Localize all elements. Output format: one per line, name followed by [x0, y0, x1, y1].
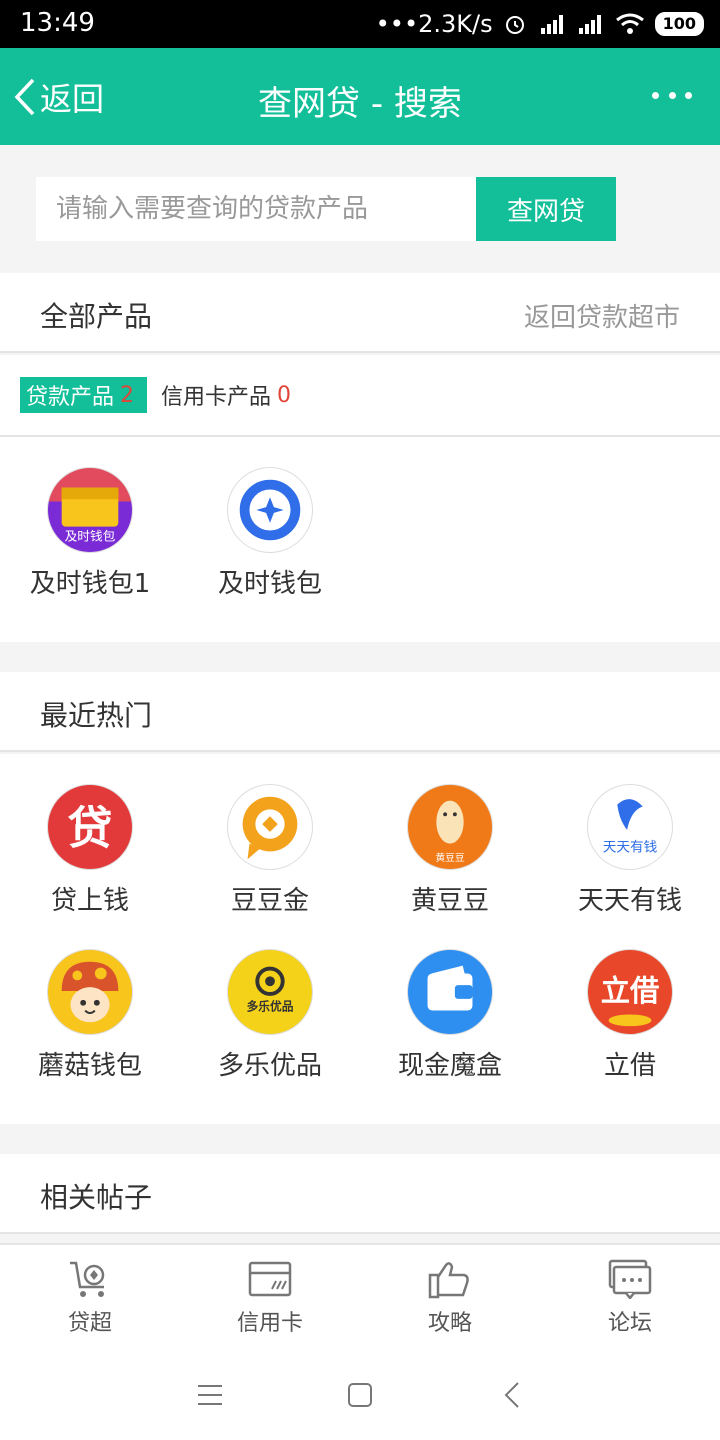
menu-button[interactable]	[190, 1375, 230, 1415]
hd-signal-icon	[537, 12, 567, 36]
section-title: 相关帖子	[40, 1181, 153, 1214]
search-input[interactable]	[36, 177, 476, 241]
nav-item-guide[interactable]: 攻略	[360, 1245, 540, 1345]
product-name: 及时钱包1	[29, 569, 151, 599]
cart-icon	[70, 1261, 105, 1297]
lijie-icon: 立借	[587, 949, 673, 1035]
icon-text: 立借	[601, 974, 660, 1008]
hot-item[interactable]: 蘑菇钱包	[0, 949, 180, 1081]
nav-label: 信用卡	[236, 1311, 303, 1336]
product-tabs: 贷款产品 2 信用卡产品 0	[0, 355, 720, 437]
alarm-icon	[503, 12, 527, 36]
hot-item[interactable]: 豆豆金	[180, 784, 360, 916]
back-button[interactable]: 返回	[14, 74, 104, 120]
hot-item[interactable]: 贷 贷上钱	[0, 784, 180, 916]
posts-header: 相关帖子	[0, 1154, 720, 1234]
tab-count: 0	[277, 382, 292, 408]
home-square-icon	[348, 1383, 372, 1407]
hot-item-name: 立借	[603, 1051, 656, 1081]
hot-header: 最近热门	[0, 672, 720, 752]
back-label: 返回	[40, 80, 105, 118]
wallet-box-icon	[407, 949, 493, 1035]
all-products-header: 全部产品 返回贷款超市	[0, 273, 720, 353]
hot-item-name: 蘑菇钱包	[37, 1051, 142, 1081]
hot-item-name: 黄豆豆	[410, 886, 489, 916]
mushroom-icon	[47, 949, 133, 1035]
icon-text: 贷	[68, 802, 113, 855]
blue-star-icon	[227, 467, 313, 553]
hot-item[interactable]: 黄豆豆 黄豆豆	[360, 784, 540, 916]
section-title: 全部产品	[40, 300, 153, 333]
search-results: 及时钱包 及时钱包1 及时钱包	[0, 437, 720, 642]
tab-count: 2	[120, 382, 135, 408]
product-item[interactable]: 及时钱包	[180, 467, 360, 599]
nav-label: 论坛	[607, 1311, 652, 1336]
battery-icon: 100	[654, 12, 704, 36]
nav-item-credit-card[interactable]: 信用卡	[180, 1245, 360, 1345]
hot-products-grid: 贷 贷上钱 豆豆金 黄豆豆 黄豆豆 天天有钱 天天有钱 蘑菇钱包 多乐优品 多乐…	[0, 754, 720, 1124]
more-button[interactable]	[652, 82, 692, 108]
system-back-button[interactable]	[492, 1375, 532, 1415]
signal-icon	[577, 12, 605, 36]
thumbs-up-icon	[428, 1262, 469, 1299]
chat-icon	[608, 1259, 652, 1299]
home-button[interactable]	[340, 1375, 380, 1415]
hot-item-name: 豆豆金	[230, 886, 309, 916]
chevron-left-icon	[504, 1382, 519, 1408]
huangdoudou-icon: 黄豆豆	[407, 784, 493, 870]
hot-item-name: 天天有钱	[577, 886, 682, 916]
search-button[interactable]: 查网贷	[476, 177, 616, 241]
hot-item[interactable]: 现金魔盒	[360, 949, 540, 1081]
tab-credit-card-products[interactable]: 信用卡产品 0	[161, 377, 291, 413]
duole-icon: 多乐优品	[227, 949, 313, 1035]
doudoujin-icon	[227, 784, 313, 870]
nav-item-forum[interactable]: 论坛	[540, 1245, 720, 1345]
icon-text: 多乐优品	[247, 1000, 294, 1014]
system-nav-bar	[0, 1345, 720, 1440]
nav-label: 攻略	[427, 1311, 472, 1336]
status-time: 13:49	[20, 8, 95, 38]
card-icon	[248, 1261, 292, 1297]
network-speed: •••2.3K/s	[375, 10, 493, 38]
dai-icon: 贷	[47, 784, 133, 870]
tab-label: 贷款产品	[26, 385, 115, 410]
icon-text: 天天有钱	[603, 839, 658, 855]
product-item[interactable]: 及时钱包 及时钱包1	[0, 467, 180, 599]
wifi-icon	[615, 12, 645, 36]
hot-item-name: 现金魔盒	[397, 1051, 502, 1081]
hot-item[interactable]: 天天有钱 天天有钱	[540, 784, 720, 916]
nav-item-daichao[interactable]: 贷超	[0, 1245, 180, 1345]
hot-item-name: 多乐优品	[217, 1051, 322, 1081]
back-to-market-link[interactable]: 返回贷款超市	[524, 297, 680, 334]
chevron-left-icon	[14, 78, 35, 116]
status-indicators: •••2.3K/s 100	[376, 8, 704, 40]
icon-text: 及时钱包	[65, 528, 116, 543]
hot-item-name: 贷上钱	[50, 886, 129, 916]
icon-text: 黄豆豆	[435, 851, 464, 864]
nav-label: 贷超	[67, 1311, 112, 1336]
menu-icon	[198, 1385, 222, 1405]
tab-label: 信用卡产品	[161, 385, 272, 410]
header: 返回 查网贷 - 搜索	[0, 48, 720, 145]
tiantian-icon: 天天有钱	[587, 784, 673, 870]
hot-item[interactable]: 多乐优品 多乐优品	[180, 949, 360, 1081]
tab-loan-products[interactable]: 贷款产品 2	[20, 377, 147, 413]
section-title: 最近热门	[40, 699, 153, 732]
bottom-nav: 贷超 信用卡 攻略 论坛	[0, 1243, 720, 1345]
product-name: 及时钱包	[217, 569, 322, 599]
hot-item[interactable]: 立借 立借	[540, 949, 720, 1081]
jishi-wallet-icon: 及时钱包	[47, 467, 133, 553]
status-bar: 13:49 •••2.3K/s 100	[0, 0, 720, 48]
search-bar: 查网贷	[0, 145, 720, 273]
page-title: 查网贷 - 搜索	[258, 84, 462, 124]
